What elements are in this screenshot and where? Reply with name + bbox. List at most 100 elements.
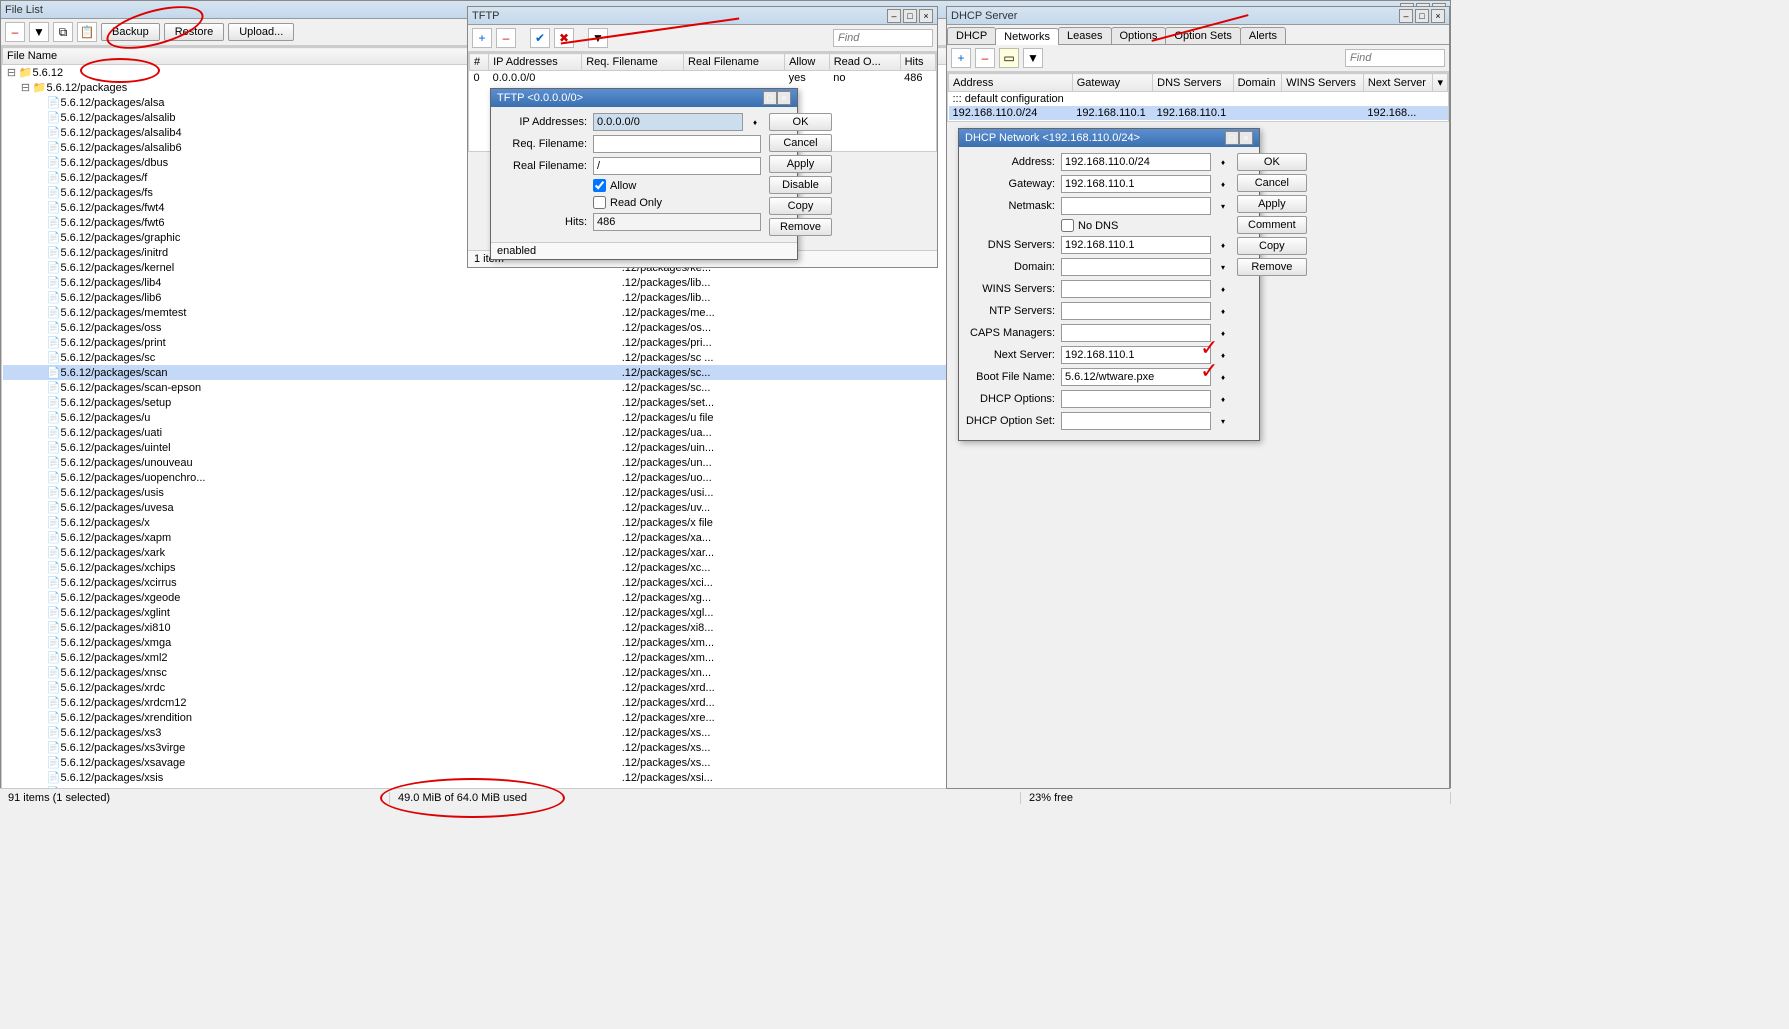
- req-input[interactable]: [593, 135, 761, 153]
- add-icon[interactable]: +: [472, 28, 492, 48]
- spin-icon[interactable]: ♦: [1217, 352, 1229, 359]
- column-header[interactable]: Req. Filename: [582, 54, 684, 71]
- ntp-input[interactable]: [1061, 302, 1211, 320]
- minimize-btn[interactable]: –: [1399, 9, 1413, 23]
- copy-button[interactable]: Copy: [1237, 237, 1307, 255]
- domain-label: Domain:: [965, 261, 1055, 273]
- status-used: 49.0 MiB of 64.0 MiB used: [390, 792, 1021, 804]
- caps-label: CAPS Managers:: [965, 327, 1055, 339]
- spin-icon[interactable]: ♦: [1217, 374, 1229, 381]
- remove-button[interactable]: Remove: [769, 218, 832, 236]
- disable-button[interactable]: Disable: [769, 176, 832, 194]
- spin-icon[interactable]: ♦: [1217, 159, 1229, 166]
- close-btn[interactable]: ×: [777, 91, 791, 105]
- backup-button[interactable]: Backup: [101, 23, 160, 41]
- address-input[interactable]: [1061, 153, 1211, 171]
- table-row[interactable]: ::: default configuration: [949, 92, 1448, 107]
- domain-input[interactable]: [1061, 258, 1211, 276]
- dropdown-icon[interactable]: ▾: [1217, 418, 1229, 425]
- status-items: 91 items (1 selected): [0, 792, 390, 804]
- tab-leases[interactable]: Leases: [1058, 27, 1111, 44]
- next-input[interactable]: [1061, 346, 1211, 364]
- column-header[interactable]: DNS Servers: [1153, 74, 1233, 92]
- netmask-input[interactable]: [1061, 197, 1211, 215]
- maximize-btn[interactable]: □: [903, 9, 917, 23]
- maximize-btn[interactable]: □: [763, 91, 777, 105]
- table-row[interactable]: 192.168.110.0/24192.168.110.1192.168.110…: [949, 106, 1448, 120]
- restore-button[interactable]: Restore: [164, 23, 225, 41]
- tftp-find-input[interactable]: [833, 29, 933, 47]
- upload-button[interactable]: Upload...: [228, 23, 294, 41]
- column-header[interactable]: WINS Servers: [1282, 74, 1364, 92]
- column-header[interactable]: Gateway: [1072, 74, 1152, 92]
- close-btn[interactable]: ×: [1239, 131, 1253, 145]
- ok-button[interactable]: OK: [769, 113, 832, 131]
- cancel-button[interactable]: Cancel: [769, 134, 832, 152]
- ip-input[interactable]: [593, 113, 743, 131]
- caps-input[interactable]: [1061, 324, 1211, 342]
- column-header[interactable]: Allow: [785, 54, 830, 71]
- table-row[interactable]: 00.0.0.0/0yesno486: [470, 71, 936, 86]
- dropdown-icon[interactable]: ▾: [1217, 264, 1229, 271]
- paste-icon[interactable]: 📋: [77, 22, 97, 42]
- ok-button[interactable]: OK: [1237, 153, 1307, 171]
- maximize-btn[interactable]: □: [1225, 131, 1239, 145]
- add-icon[interactable]: +: [951, 48, 971, 68]
- spin-icon[interactable]: ♦: [1217, 286, 1229, 293]
- column-header[interactable]: Real Filename: [684, 54, 785, 71]
- enable-icon[interactable]: ✔: [530, 28, 550, 48]
- remove-icon[interactable]: –: [975, 48, 995, 68]
- column-header[interactable]: IP Addresses: [489, 54, 582, 71]
- spin-icon[interactable]: ♦: [1217, 330, 1229, 337]
- tab-networks[interactable]: Networks: [995, 28, 1059, 45]
- disable-icon[interactable]: ✖: [554, 28, 574, 48]
- dopts-input[interactable]: [1061, 390, 1211, 408]
- spin-icon[interactable]: ♦: [1217, 242, 1229, 249]
- spin-icon[interactable]: ♦: [749, 119, 761, 126]
- readonly-checkbox[interactable]: Read Only: [593, 196, 683, 209]
- tab-options[interactable]: Options: [1111, 27, 1167, 44]
- nodns-checkbox[interactable]: No DNS: [1061, 219, 1151, 232]
- apply-button[interactable]: Apply: [1237, 195, 1307, 213]
- remove-button[interactable]: Remove: [1237, 258, 1307, 276]
- boot-input[interactable]: [1061, 368, 1211, 386]
- gateway-input[interactable]: [1061, 175, 1211, 193]
- cancel-button[interactable]: Cancel: [1237, 174, 1307, 192]
- filter-icon[interactable]: ▼: [588, 28, 608, 48]
- tab-dhcp[interactable]: DHCP: [947, 27, 996, 44]
- allow-checkbox[interactable]: Allow: [593, 179, 683, 192]
- column-header[interactable]: Domain: [1233, 74, 1282, 92]
- spin-icon[interactable]: ♦: [1217, 181, 1229, 188]
- dropdown-icon[interactable]: ▾: [1217, 203, 1229, 210]
- spin-icon[interactable]: ♦: [1217, 308, 1229, 315]
- column-header[interactable]: Next Server: [1363, 74, 1433, 92]
- comment-button[interactable]: Comment: [1237, 216, 1307, 234]
- filter-icon[interactable]: ▼: [1023, 48, 1043, 68]
- comment-icon[interactable]: ▭: [999, 48, 1019, 68]
- column-header[interactable]: Address: [949, 74, 1073, 92]
- spin-icon[interactable]: ♦: [1217, 396, 1229, 403]
- close-btn[interactable]: ×: [1431, 9, 1445, 23]
- maximize-btn[interactable]: □: [1415, 9, 1429, 23]
- wins-input[interactable]: [1061, 280, 1211, 298]
- filter-icon[interactable]: ▼: [29, 22, 49, 42]
- hits-input[interactable]: [593, 213, 761, 231]
- tab-alerts[interactable]: Alerts: [1240, 27, 1286, 44]
- column-header[interactable]: Hits: [900, 54, 935, 71]
- remove-icon[interactable]: –: [5, 22, 25, 42]
- dhcp-grid[interactable]: AddressGatewayDNS ServersDomainWINS Serv…: [947, 72, 1449, 122]
- tftp-dialog: TFTP <0.0.0.0/0> □ × IP Addresses:♦ Req.…: [490, 88, 798, 260]
- dns-input[interactable]: [1061, 236, 1211, 254]
- tab-option-sets[interactable]: Option Sets: [1165, 27, 1240, 44]
- doptset-input[interactable]: [1061, 412, 1211, 430]
- remove-icon[interactable]: –: [496, 28, 516, 48]
- real-input[interactable]: [593, 157, 761, 175]
- dhcp-find-input[interactable]: [1345, 49, 1445, 67]
- apply-button[interactable]: Apply: [769, 155, 832, 173]
- column-header[interactable]: #: [470, 54, 489, 71]
- copy-button[interactable]: Copy: [769, 197, 832, 215]
- copy-icon[interactable]: ⧉: [53, 22, 73, 42]
- minimize-btn[interactable]: –: [887, 9, 901, 23]
- close-btn[interactable]: ×: [919, 9, 933, 23]
- column-header[interactable]: Read O...: [829, 54, 900, 71]
